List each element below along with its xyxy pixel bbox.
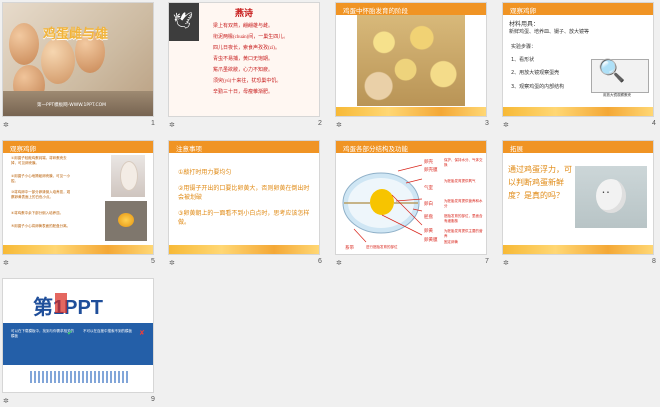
slide-title: 注意事项 (176, 145, 202, 153)
slide-number-8: 8 (652, 258, 656, 265)
slide-header-bar (503, 141, 653, 153)
slide-title: 观察鸡卵 (510, 7, 536, 15)
slide-number-9: 9 (151, 396, 155, 403)
slide-thumbnail-8[interactable]: 拓展 通过鸡蛋浮力，可以判断鸡蛋新鲜度？是真的吗？ • • (503, 141, 653, 254)
slide-transition-icon-7: ✲ (336, 259, 342, 267)
note-2: ②用镊子开出的口要比卵黄大，否则卵黄在倒出时会被划破 (178, 185, 310, 201)
step-note-2: ②用镊子小心地撕破卵壳膜，可见一小腔。 (11, 174, 71, 183)
chicks-image (357, 15, 465, 106)
part-label-chalaza: 系带 (345, 246, 354, 251)
poem-title: 燕诗 (235, 8, 254, 18)
slogan-left: 可以在下载模板中，找到与你需求相关的模板 (11, 329, 74, 338)
footer-flowers (336, 107, 486, 116)
slide-thumbnail-4[interactable]: 观察鸡卵 材料用具： 新鲜鸡蛋、培养皿、镊子、放大镜等 实验步骤： 1、看形状 … (503, 3, 653, 116)
part-label-shell: 卵壳 (424, 160, 433, 165)
function-shell: 保护、保持水分、气体交换 (444, 158, 483, 167)
slide-transition-icon-8: ✲ (503, 259, 509, 267)
function-albumen: 为胚胎发育提供营养和水分 (444, 199, 483, 208)
materials-label: 材料用具： (509, 21, 540, 28)
step-note-4: ④将鸡蛋中余下部分倒入培养皿。 (11, 211, 64, 215)
slide-number-4: 4 (652, 120, 656, 127)
slide-thumbnail-7[interactable]: 鸡蛋各部分结构及功能 卵壳 卵壳膜 气室 卵白 胚盘 卵黄 卵黄膜 系带 保护、… (336, 141, 486, 254)
function-yolk-membrane: 固定卵黄 (444, 240, 458, 244)
note-1: ①敲打时用力要均匀 (178, 169, 232, 176)
part-label-germinal-disc: 胚盘 (424, 215, 433, 220)
slide-number-6: 6 (318, 258, 322, 265)
slide-number-7: 7 (485, 258, 489, 265)
egg-face-eyes: • • (602, 190, 610, 196)
steps-label: 实验步骤： (511, 44, 537, 50)
footer-flowers (169, 245, 319, 254)
question-text: 通过鸡蛋浮力，可以判断鸡蛋新鲜度？是真的吗？ (508, 165, 572, 200)
slide-number-5: 5 (151, 258, 155, 265)
slide-number-3: 3 (485, 120, 489, 127)
slide-transition-icon-4: ✲ (503, 121, 509, 129)
slide-title: 鸡蛋雌与雄 (43, 26, 109, 41)
slide-transition-icon-1: ✲ (3, 121, 9, 129)
footer-flowers (503, 245, 653, 254)
image-caption: 用放大镜观察蛋壳 (603, 93, 631, 97)
function-air-cell: 为胚胎发育提供氧气 (444, 179, 476, 183)
slide-thumbnail-2[interactable]: 🕊 燕诗 梁上有双燕，翩翩雄与雌。 衔泥两椽(chuán)间，一巢生四儿。 四儿… (169, 3, 319, 116)
poem-text: 梁上有双燕，翩翩雄与雌。 衔泥两椽(chuán)间，一巢生四儿。 四儿日夜长，索… (213, 24, 289, 95)
function-yolk: 为胚胎发育提供主要的营养 (444, 229, 483, 238)
function-germinal-disc: 胚胎发育的部位，里面含有细胞核 (444, 214, 483, 223)
footer-flowers (503, 107, 653, 116)
slide-title: 观察鸡卵 (10, 145, 36, 153)
part-label-albumen: 卵白 (424, 202, 433, 207)
part-label-shell-membrane: 卵壳膜 (424, 168, 438, 173)
cracked-egg (120, 161, 138, 191)
egg-2 (41, 38, 75, 84)
swallow-icon: 🕊 (173, 11, 194, 30)
slide-thumbnail-5[interactable]: 观察鸡卵 ①用镊子轻敲鸡蛋钝端，将碎蛋壳去掉，可见卵壳膜。 ②用镊子小心地撕破卵… (3, 141, 153, 254)
step-1: 1、看形状 (511, 57, 535, 63)
magnifier-icon: 🔍 (598, 59, 626, 84)
checkmark-icon: ✔ (67, 329, 73, 337)
part-label-air-cell: 气室 (424, 186, 433, 191)
slide-title: 鸡蛋中怀胎发育的阶段 (343, 7, 408, 15)
function-chalaza: 进行胚胎发育的部位 (366, 245, 398, 249)
qr-code-area (30, 371, 128, 383)
slogan-right: 不可以在百度中搜索不到的模板 (83, 329, 132, 333)
step-2: 2、用放大镜观察蛋壳 (511, 70, 560, 76)
logo-text: 第1PPT (33, 297, 104, 319)
footer-flowers (3, 245, 153, 254)
step-note-5: ⑤用镊子小心将卵黄表面的胚盘分离。 (11, 224, 71, 228)
step-note-3: ③将鸡卵中一部分卵清倒入培养皿，观察卵黄表面上的白色小点。 (11, 190, 71, 199)
slide-transition-icon-2: ✲ (169, 121, 175, 129)
egg-yolk (370, 189, 394, 215)
slide-number-2: 2 (318, 120, 322, 127)
materials-text: 新鲜鸡蛋、培养皿、镊子、放大镜等 (509, 29, 590, 35)
note-3: ③卵黄朝上的一面看不到小白点时，思考应该怎样做。 (178, 210, 310, 226)
part-label-yolk: 卵黄 (424, 229, 433, 234)
slide-transition-icon-5: ✲ (3, 259, 9, 267)
slide-thumbnail-9[interactable]: 第1PPT 可以在下载模板中，找到与你需求相关的模板 不可以在百度中搜索不到的模… (3, 279, 153, 392)
egg-face-icon (596, 179, 626, 213)
slide-transition-icon-9: ✲ (3, 397, 9, 405)
cross-icon: ✘ (139, 329, 145, 337)
slide-thumbnail-6[interactable]: 注意事项 ①敲打时用力要均匀 ②用镊子开出的口要比卵黄大，否则卵黄在倒出时会被划… (169, 141, 319, 254)
step-note-1: ①用镊子轻敲鸡蛋钝端，将碎蛋壳去掉，可见卵壳膜。 (11, 156, 67, 165)
slide-subtitle: 第一PPT模板网-WWW.1PPT.COM (37, 103, 107, 108)
slide-title: 拓展 (510, 145, 523, 153)
egg-1 (9, 23, 39, 65)
part-label-yolk-membrane: 卵黄膜 (424, 238, 438, 243)
slide-transition-icon-3: ✲ (336, 121, 342, 129)
slide-transition-icon-6: ✲ (169, 259, 175, 267)
slide-thumbnail-1[interactable]: 鸡蛋雌与雄 第一PPT模板网-WWW.1PPT.COM (3, 3, 153, 116)
yolk (118, 213, 134, 227)
slide-number-1: 1 (151, 120, 155, 127)
step-3: 3、观察鸡蛋的内部结构 (511, 84, 565, 90)
slide-thumbnail-3[interactable]: 鸡蛋中怀胎发育的阶段 (336, 3, 486, 116)
logo-highlight (55, 293, 67, 313)
